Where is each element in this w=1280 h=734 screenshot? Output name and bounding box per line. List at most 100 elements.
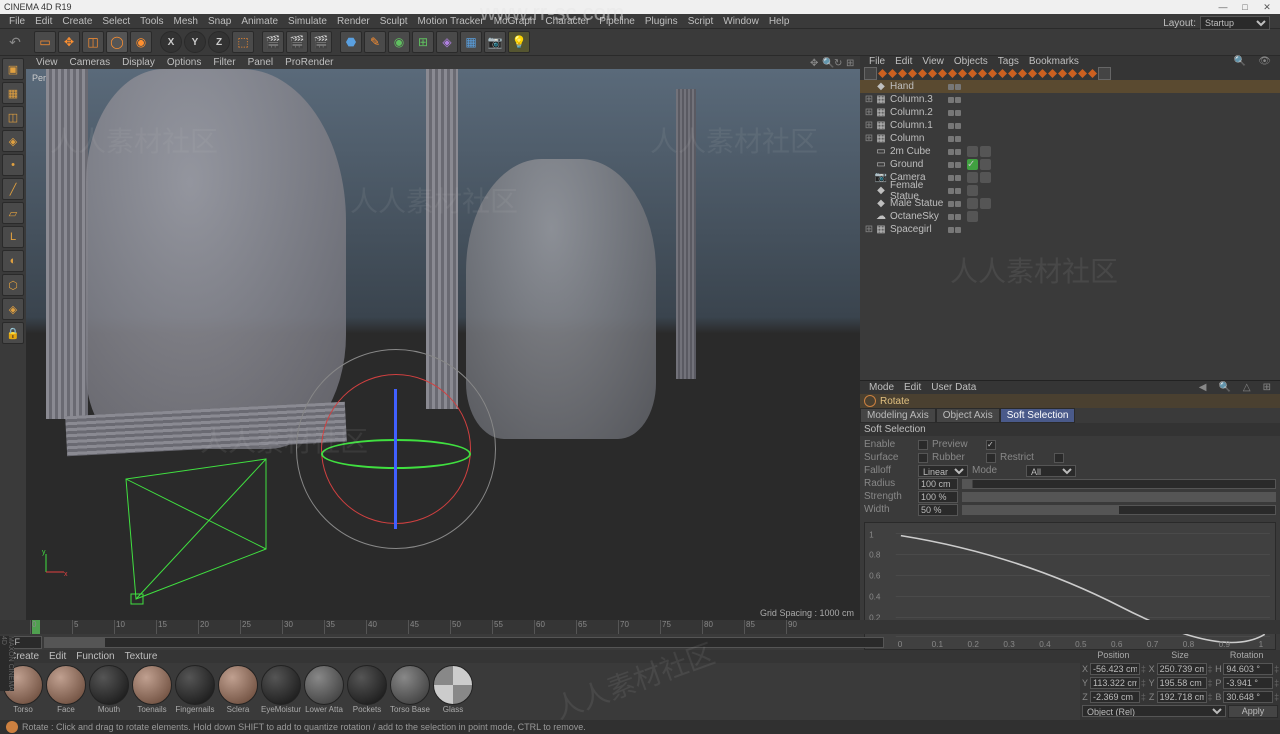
material-item[interactable]: Mouth (88, 665, 130, 718)
size-y-input[interactable] (1157, 677, 1207, 689)
vp-rotate-icon[interactable]: ↻ (834, 58, 844, 68)
material-item[interactable]: EyeMoistur (260, 665, 302, 718)
poly-mode[interactable]: ▱ (2, 202, 24, 224)
rot-p-input[interactable] (1223, 677, 1273, 689)
axis-mode[interactable]: L (2, 226, 24, 248)
coord-system[interactable]: ⬚ (232, 31, 254, 53)
pin-icon[interactable]: ⊞ (1258, 382, 1276, 393)
last-tool[interactable]: ◉ (130, 31, 152, 53)
subdiv-surface[interactable]: ◉ (388, 31, 410, 53)
eye-icon[interactable]: 👁 (1253, 56, 1276, 67)
material-item[interactable]: Fingernails (174, 665, 216, 718)
coord-mode-select[interactable]: Object (Rel) (1082, 705, 1226, 717)
strength-input[interactable] (918, 491, 958, 503)
object-row[interactable]: ⊞▦Spacegirl (860, 223, 1280, 236)
vp-menu-panel[interactable]: Panel (242, 57, 280, 68)
object-row[interactable]: ⊞▦Column (860, 132, 1280, 145)
deformer[interactable]: ◈ (436, 31, 458, 53)
tab-soft-selection[interactable]: Soft Selection (1000, 408, 1076, 423)
back-icon[interactable]: ◀ (1194, 382, 1212, 393)
vp-menu-filter[interactable]: Filter (207, 57, 241, 68)
workplane-lock[interactable]: ◈ (2, 298, 24, 320)
timeline-ruler[interactable]: 051015202530354045505560657075808590 (0, 620, 1280, 634)
key-toggle[interactable] (864, 67, 877, 80)
locked-icon[interactable]: 🔒 (2, 322, 24, 344)
menu-sculpt[interactable]: Sculpt (375, 16, 413, 27)
pos-z-input[interactable] (1090, 691, 1140, 703)
menu-plugins[interactable]: Plugins (640, 16, 683, 27)
material-item[interactable]: Torso Base (389, 665, 431, 718)
move-tool[interactable]: ✥ (58, 31, 80, 53)
lock-icon[interactable]: △ (1238, 382, 1256, 393)
menu-script[interactable]: Script (683, 16, 719, 27)
object-row[interactable]: ⊞▦Column.1 (860, 119, 1280, 132)
menu-select[interactable]: Select (97, 16, 135, 27)
size-x-input[interactable] (1157, 663, 1207, 675)
vp-menu-view[interactable]: View (30, 57, 64, 68)
undo-button[interactable]: ↶ (4, 31, 26, 53)
vp-menu-cameras[interactable]: Cameras (64, 57, 117, 68)
attr-menu-edit[interactable]: Edit (899, 382, 926, 393)
object-row[interactable]: ◆Female Statue (860, 184, 1280, 197)
falloff-select[interactable]: Linear (918, 465, 968, 477)
restrict-checkbox[interactable] (1054, 453, 1064, 463)
render-settings[interactable]: 🎬 (310, 31, 332, 53)
menu-pipeline[interactable]: Pipeline (594, 16, 640, 27)
render-view[interactable]: 🎬 (262, 31, 284, 53)
camera-tool[interactable]: 📷 (484, 31, 506, 53)
tab-modeling-axis[interactable]: Modeling Axis (860, 408, 936, 423)
keyframe-icon[interactable] (878, 69, 887, 78)
menu-animate[interactable]: Animate (236, 16, 283, 27)
object-row[interactable]: ⊞▦Column.3 (860, 93, 1280, 106)
workplane-mode[interactable]: ◈ (2, 130, 24, 152)
menu-mograph[interactable]: MoGraph (489, 16, 541, 27)
material-item[interactable]: Toenails (131, 665, 173, 718)
point-mode[interactable]: • (2, 154, 24, 176)
search-icon[interactable]: 🔍 (1229, 56, 1251, 67)
om-menu-tags[interactable]: Tags (993, 56, 1024, 67)
width-slider[interactable] (962, 505, 1276, 515)
menu-render[interactable]: Render (332, 16, 375, 27)
vp-zoom-icon[interactable]: 🔍 (822, 58, 832, 68)
maximize-button[interactable]: □ (1236, 1, 1254, 13)
vp-nav-icon[interactable]: ✥ (810, 58, 820, 68)
rot-h-input[interactable] (1223, 663, 1273, 675)
vp-maximize-icon[interactable]: ⊞ (846, 58, 856, 68)
rot-b-input[interactable] (1223, 691, 1273, 703)
y-axis-lock[interactable]: Y (184, 31, 206, 53)
material-item[interactable]: Sclera (217, 665, 259, 718)
width-input[interactable] (918, 504, 958, 516)
om-menu-edit[interactable]: Edit (890, 56, 917, 67)
attr-menu-mode[interactable]: Mode (864, 382, 899, 393)
edge-mode[interactable]: ╱ (2, 178, 24, 200)
select-tool[interactable]: ▭ (34, 31, 56, 53)
close-button[interactable]: ✕ (1258, 1, 1276, 13)
menu-mesh[interactable]: Mesh (169, 16, 203, 27)
om-menu-bookmarks[interactable]: Bookmarks (1024, 56, 1084, 67)
strength-slider[interactable] (962, 492, 1276, 502)
pos-y-input[interactable] (1090, 677, 1140, 689)
vp-menu-display[interactable]: Display (116, 57, 161, 68)
material-item[interactable]: Glass (432, 665, 474, 718)
3d-viewport[interactable]: Perspective yx (26, 69, 860, 620)
render-region[interactable]: 🎬 (286, 31, 308, 53)
snap-toggle[interactable]: ⬡ (2, 274, 24, 296)
make-editable[interactable]: ▣ (2, 58, 24, 80)
tab-object-axis[interactable]: Object Axis (936, 408, 1000, 423)
material-item[interactable]: Pockets (346, 665, 388, 718)
vp-menu-options[interactable]: Options (161, 57, 207, 68)
environment[interactable]: ▦ (460, 31, 482, 53)
object-tree[interactable]: ◆Hand⊞▦Column.3⊞▦Column.2⊞▦Column.1⊞▦Col… (860, 80, 1280, 380)
rotation-gizmo[interactable] (296, 349, 496, 549)
rotate-tool[interactable]: ◯ (106, 31, 128, 53)
surface-checkbox[interactable] (918, 453, 928, 463)
texture-mode[interactable]: ◫ (2, 106, 24, 128)
radius-input[interactable] (918, 478, 958, 490)
object-row[interactable]: ◆Hand (860, 80, 1280, 93)
menu-character[interactable]: Character (540, 16, 594, 27)
array-tool[interactable]: ⊞ (412, 31, 434, 53)
z-axis-lock[interactable]: Z (208, 31, 230, 53)
object-row[interactable]: ⊞▦Column.2 (860, 106, 1280, 119)
menu-tools[interactable]: Tools (135, 16, 168, 27)
menu-motiontracker[interactable]: Motion Tracker (413, 16, 489, 27)
